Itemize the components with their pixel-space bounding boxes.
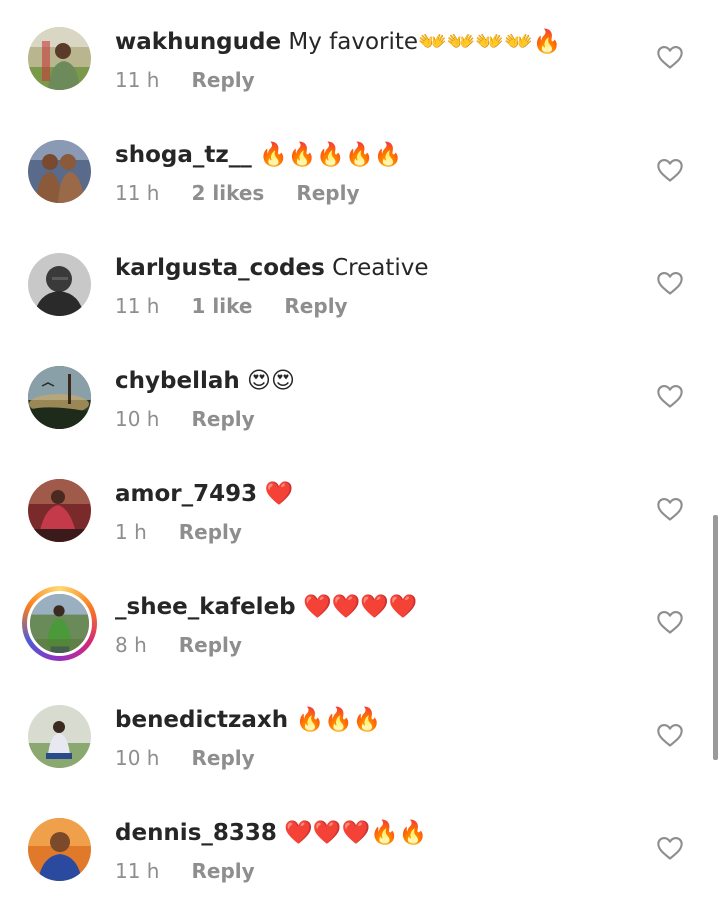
avatar-photo	[28, 705, 91, 768]
like-button[interactable]	[656, 834, 684, 862]
comment-line: karlgusta_codes Creative	[115, 253, 429, 283]
likes-count[interactable]: 2 likes	[191, 181, 264, 205]
comment-text: My favorite👐👐👐👐🔥	[281, 29, 562, 55]
comment-meta: 11 h 2 likes Reply	[115, 181, 392, 205]
reply-button[interactable]: Reply	[284, 294, 347, 318]
avatar[interactable]	[28, 818, 91, 881]
comment-item: wakhungude My favorite👐👐👐👐🔥 11 h Reply	[0, 0, 720, 113]
comment-item: shoga_tz__ 🔥🔥🔥🔥🔥 11 h 2 likes Reply	[0, 113, 720, 226]
avatar-photo	[30, 594, 89, 653]
like-button[interactable]	[656, 43, 684, 71]
username[interactable]: amor_7493	[115, 481, 257, 507]
comment-time: 11 h	[115, 859, 160, 883]
avatar[interactable]	[28, 140, 91, 203]
comment-item: amor_7493 ❤️ 1 h Reply	[0, 452, 720, 565]
avatar[interactable]	[28, 27, 91, 90]
like-button[interactable]	[656, 382, 684, 410]
comment-time: 8 h	[115, 633, 147, 657]
comment-time: 10 h	[115, 746, 160, 770]
comment-item: chybellah 😍😍 10 h Reply	[0, 339, 720, 452]
heart-outline-icon	[657, 159, 683, 182]
comment-time: 11 h	[115, 294, 160, 318]
comment-line: shoga_tz__ 🔥🔥🔥🔥🔥	[115, 140, 402, 170]
comment-meta: 11 h Reply	[115, 859, 287, 883]
like-button[interactable]	[656, 269, 684, 297]
heart-outline-icon	[657, 724, 683, 747]
avatar-photo	[28, 366, 91, 429]
comment-time: 11 h	[115, 181, 160, 205]
comment-line: dennis_8338 ❤️❤️❤️🔥🔥	[115, 818, 427, 848]
reply-button[interactable]: Reply	[191, 859, 254, 883]
username[interactable]: dennis_8338	[115, 820, 277, 846]
avatar-photo	[28, 818, 91, 881]
heart-outline-icon	[657, 46, 683, 69]
comment-item: _shee_kafeleb ❤️❤️❤️❤️ 8 h Reply	[0, 565, 720, 678]
reply-button[interactable]: Reply	[191, 407, 254, 431]
likes-count[interactable]: 1 like	[191, 294, 252, 318]
reply-button[interactable]: Reply	[191, 746, 254, 770]
username[interactable]: _shee_kafeleb	[115, 594, 296, 620]
avatar	[27, 591, 92, 656]
comment-meta: 10 h Reply	[115, 746, 287, 770]
avatar-photo	[28, 479, 91, 542]
like-button[interactable]	[656, 156, 684, 184]
comment-time: 10 h	[115, 407, 160, 431]
comment-meta: 10 h Reply	[115, 407, 287, 431]
comment-text: ❤️❤️❤️🔥🔥	[276, 820, 428, 846]
like-button[interactable]	[656, 495, 684, 523]
comment-time: 11 h	[115, 68, 160, 92]
comment-list: wakhungude My favorite👐👐👐👐🔥 11 h Reply sh…	[0, 0, 720, 906]
comment-text: ❤️	[257, 481, 294, 507]
username[interactable]: karlgusta_codes	[115, 255, 325, 281]
username[interactable]: wakhungude	[115, 29, 281, 55]
comment-line: amor_7493 ❤️	[115, 479, 293, 509]
comment-time: 1 h	[115, 520, 147, 544]
like-button[interactable]	[656, 721, 684, 749]
heart-outline-icon	[657, 272, 683, 295]
heart-outline-icon	[657, 611, 683, 634]
reply-button[interactable]: Reply	[179, 633, 242, 657]
comment-line: _shee_kafeleb ❤️❤️❤️❤️	[115, 592, 418, 622]
username[interactable]: shoga_tz__	[115, 142, 252, 168]
comment-meta: 11 h Reply	[115, 68, 287, 92]
comment-meta: 1 h Reply	[115, 520, 274, 544]
comment-item: karlgusta_codes Creative 11 h 1 like Reply	[0, 226, 720, 339]
comment-text: Creative	[324, 255, 429, 281]
reply-button[interactable]: Reply	[296, 181, 359, 205]
avatar[interactable]	[28, 479, 91, 542]
comment-text: 😍😍	[239, 368, 295, 394]
comment-item: dennis_8338 ❤️❤️❤️🔥🔥 11 h Reply	[0, 791, 720, 904]
like-button[interactable]	[656, 608, 684, 636]
heart-outline-icon	[657, 837, 683, 860]
heart-outline-icon	[657, 498, 683, 521]
comment-line: wakhungude My favorite👐👐👐👐🔥	[115, 27, 561, 57]
heart-outline-icon	[657, 385, 683, 408]
avatar-story-ring[interactable]	[22, 586, 97, 661]
avatar[interactable]	[28, 705, 91, 768]
comment-line: chybellah 😍😍	[115, 366, 295, 396]
avatar-photo	[28, 27, 91, 90]
reply-button[interactable]: Reply	[191, 68, 254, 92]
comment-item: benedictzaxh 🔥🔥🔥 10 h Reply	[0, 678, 720, 791]
avatar-photo	[28, 140, 91, 203]
comment-text: ❤️❤️❤️❤️	[295, 594, 418, 620]
comment-meta: 11 h 1 like Reply	[115, 294, 380, 318]
avatar-photo	[28, 253, 91, 316]
username[interactable]: chybellah	[115, 368, 240, 394]
comment-text: 🔥🔥🔥	[288, 707, 382, 733]
comment-text: 🔥🔥🔥🔥🔥	[251, 142, 403, 168]
scrollbar[interactable]	[713, 515, 718, 760]
reply-button[interactable]: Reply	[179, 520, 242, 544]
comment-line: benedictzaxh 🔥🔥🔥	[115, 705, 381, 735]
comment-meta: 8 h Reply	[115, 633, 274, 657]
avatar[interactable]	[28, 253, 91, 316]
avatar[interactable]	[28, 366, 91, 429]
username[interactable]: benedictzaxh	[115, 707, 288, 733]
